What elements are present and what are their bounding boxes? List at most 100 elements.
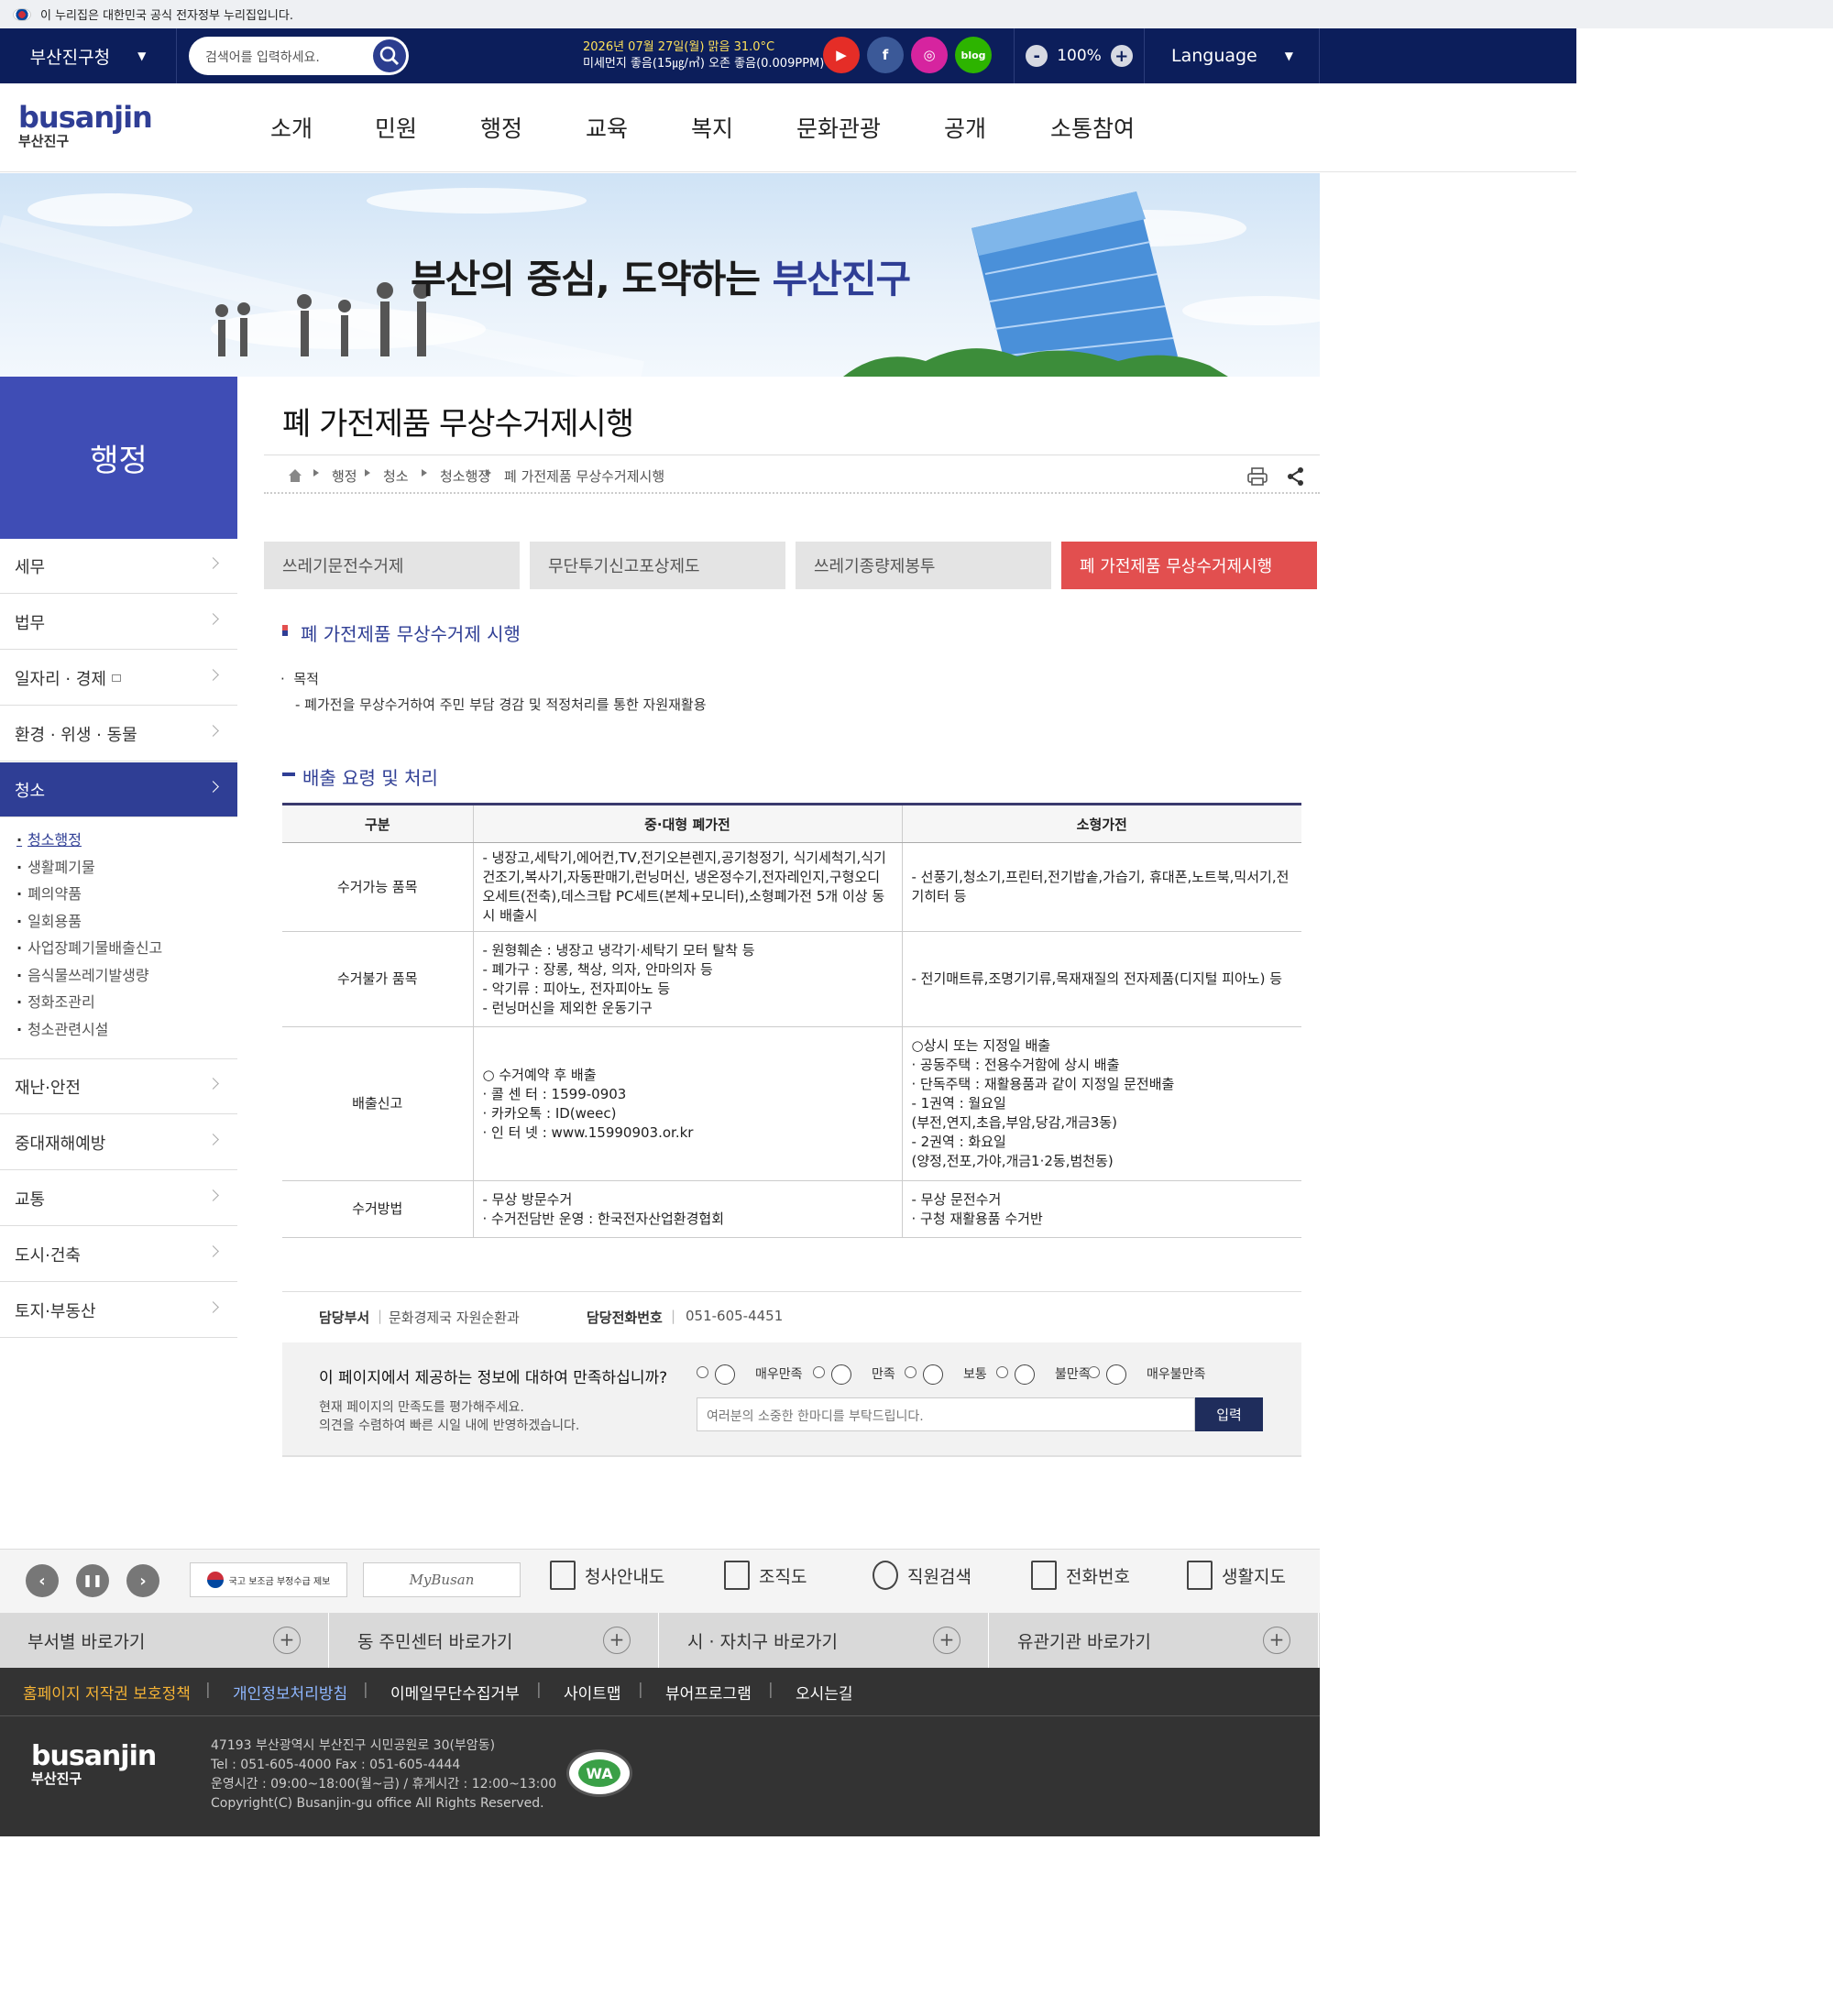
- quick-link-dropdown[interactable]: 부서별 바로가기 +: [0, 1613, 329, 1668]
- sidebar-item[interactable]: 일자리 · 경제: [0, 651, 237, 706]
- sidebar-item[interactable]: 토지·부동산: [0, 1283, 237, 1338]
- policy-link[interactable]: 개인정보처리방침: [233, 1681, 347, 1704]
- plus-icon: +: [933, 1627, 960, 1654]
- sidebar-subitem[interactable]: 일회용품: [16, 909, 82, 931]
- footer-quick-link[interactable]: 조직도: [724, 1561, 807, 1590]
- share-icon[interactable]: [1286, 466, 1306, 487]
- gnb-menu-item[interactable]: 복지: [691, 111, 733, 144]
- language-select[interactable]: Language ▼: [1146, 28, 1320, 83]
- banner-mybusan[interactable]: MyBusan: [363, 1562, 521, 1597]
- quick-link-dropdown[interactable]: 동 주민센터 바로가기 +: [330, 1613, 659, 1668]
- footer-info: busanjin 부산진구 47193 부산광역시 부산진구 시민공원로 30(…: [0, 1715, 1320, 1836]
- feedback-input[interactable]: 여러분의 소중한 한마디를 부탁드립니다.: [697, 1397, 1195, 1431]
- survey-radio[interactable]: [905, 1366, 916, 1378]
- table-cell: - 전기매트류,조명기기류,목재재질의 전자제품(디지털 피아노) 등: [902, 931, 1301, 1027]
- district-select[interactable]: 부산진구청 ▼: [0, 28, 177, 83]
- sidebar-item[interactable]: 세무: [0, 539, 237, 594]
- purpose-label-text: 목적: [293, 671, 319, 687]
- facebook-icon[interactable]: f: [867, 37, 904, 73]
- breadcrumb-item[interactable]: 청소행정: [440, 466, 490, 486]
- policy-link[interactable]: 뷰어프로그램: [665, 1681, 752, 1704]
- cell-line: - 악기류 : 피아노, 전자피아노 등: [482, 980, 671, 997]
- gnb-menu-item[interactable]: 교육: [586, 111, 628, 144]
- youtube-icon[interactable]: ▶: [823, 37, 860, 73]
- cell-line: · 인 터 넷 : www.15990903.or.kr: [482, 1123, 694, 1141]
- footer-quick-link[interactable]: 청사안내도: [550, 1561, 664, 1590]
- zoom-out-button[interactable]: -: [1026, 45, 1048, 67]
- footer-link-label: 조직도: [759, 1566, 807, 1587]
- new-window-icon: [111, 674, 121, 682]
- sidebar-item[interactable]: 환경 · 위생 · 동물: [0, 707, 237, 761]
- sidebar-item[interactable]: 도시·건축: [0, 1227, 237, 1282]
- plus-icon: +: [273, 1627, 301, 1654]
- breadcrumb-item[interactable]: 폐 가전제품 무상수거제시행: [504, 466, 664, 486]
- sidebar-item[interactable]: 교통: [0, 1171, 237, 1226]
- sidebar-subitem[interactable]: 음식물쓰레기발생량: [16, 963, 148, 985]
- survey-radio[interactable]: [996, 1366, 1008, 1378]
- search-button[interactable]: [373, 39, 406, 72]
- gnb-menu-item[interactable]: 행정: [480, 111, 522, 144]
- sidebar-subitem[interactable]: 정화조관리: [16, 990, 95, 1012]
- table-header: 중·대형 폐가전: [473, 803, 903, 843]
- survey-radio[interactable]: [813, 1366, 825, 1378]
- gnb-menu-item[interactable]: 소통참여: [1050, 111, 1135, 144]
- site-logo[interactable]: busanjin 부산진구: [18, 100, 153, 150]
- sidebar-item[interactable]: 중대재해예방: [0, 1115, 237, 1170]
- footer-quick-link[interactable]: 전화번호: [1031, 1561, 1130, 1590]
- policy-link[interactable]: 오시는길: [796, 1681, 853, 1704]
- pause-button[interactable]: ❚❚: [76, 1564, 109, 1597]
- sidebar-subitem[interactable]: 생활폐기물: [16, 855, 95, 877]
- sidebar-subitem[interactable]: 사업장폐기물배출신고: [16, 936, 162, 958]
- footer-link-icon: [873, 1561, 898, 1590]
- instagram-icon[interactable]: ◎: [911, 37, 948, 73]
- sidebar-item-label: 도시·건축: [15, 1245, 81, 1265]
- policy-link[interactable]: 사이트맵: [564, 1681, 621, 1704]
- sidebar-item-active[interactable]: 청소: [0, 762, 237, 817]
- search-box[interactable]: 검색어를 입력하세요.: [189, 37, 409, 75]
- sidebar-item[interactable]: 법무: [0, 595, 237, 650]
- table-cell: - 냉장고,세탁기,에어컨,TV,전기오븐렌지,공기청정기, 식기세척기,식기건…: [473, 842, 903, 932]
- footer-quick-link[interactable]: 직원검색: [873, 1561, 971, 1590]
- banner-subsidy-report[interactable]: 국고 보조금 부정수급 제보: [190, 1562, 347, 1597]
- footer-address: 47193 부산광역시 부산진구 시민공원로 30(부암동): [211, 1738, 496, 1753]
- search-input[interactable]: 검색어를 입력하세요.: [205, 48, 320, 66]
- feedback-submit-button[interactable]: 입력: [1195, 1397, 1263, 1431]
- sidebar-item-label: 토지·부동산: [15, 1301, 96, 1321]
- survey-radio[interactable]: [697, 1366, 708, 1378]
- disposal-table: 구분 중·대형 폐가전 소형가전 수거가능 품목 - 냉장고,세탁기,에어컨,TV…: [282, 803, 1301, 1238]
- sidebar-item[interactable]: 재난·안전: [0, 1059, 237, 1114]
- sidebar-subitem[interactable]: 청소관련시설: [16, 1017, 108, 1039]
- content-tab[interactable]: 폐 가전제품 무상수거제시행: [1061, 542, 1317, 589]
- print-icon[interactable]: [1246, 466, 1268, 487]
- breadcrumb-item[interactable]: 청소: [383, 466, 409, 486]
- footer-link-icon: [1031, 1561, 1057, 1590]
- chevron-right-icon: [207, 1134, 219, 1145]
- cell-line: - 전기매트류,조명기기류,목재재질의 전자제품(디지털 피아노) 등: [911, 970, 1283, 987]
- blog-icon[interactable]: blog: [955, 37, 992, 73]
- cell-line: - 1권역 : 월요일: [911, 1095, 1006, 1112]
- zoom-in-button[interactable]: +: [1110, 45, 1133, 67]
- home-icon[interactable]: [288, 468, 302, 483]
- next-button[interactable]: ›: [126, 1564, 159, 1597]
- footer-quick-link[interactable]: 생활지도: [1187, 1561, 1286, 1590]
- gnb-menu-item[interactable]: 문화관광: [796, 111, 881, 144]
- gov-banner: 이 누리집은 대한민국 공식 전자정부 누리집입니다.: [0, 0, 1833, 28]
- prev-button[interactable]: ‹: [26, 1564, 59, 1597]
- breadcrumb-item[interactable]: 행정: [332, 466, 357, 486]
- content-tab[interactable]: 쓰레기문전수거제: [264, 542, 520, 589]
- gnb-menu-item[interactable]: 공개: [944, 111, 986, 144]
- gnb-menu-item[interactable]: 소개: [270, 111, 313, 144]
- sidebar-subitem[interactable]: 폐의약품: [16, 882, 82, 904]
- gnb-menu-item[interactable]: 민원: [375, 111, 417, 144]
- survey-radio[interactable]: [1088, 1366, 1100, 1378]
- content-tab[interactable]: 쓰레기종량제봉투: [796, 542, 1051, 589]
- korea-flag-icon: [13, 7, 31, 21]
- sidebar-subitem[interactable]: 청소행정: [16, 827, 82, 849]
- content-tab[interactable]: 무단투기신고포상제도: [530, 542, 785, 589]
- quick-link-dropdown[interactable]: 유관기관 바로가기 +: [990, 1613, 1319, 1668]
- policy-link[interactable]: 홈페이지 저작권 보호정책: [23, 1681, 191, 1704]
- chevron-right-icon: [207, 669, 219, 681]
- quick-link-dropdown[interactable]: 시 · 자치구 바로가기 +: [660, 1613, 989, 1668]
- policy-link[interactable]: 이메일무단수집거부: [390, 1681, 520, 1704]
- cell-line: - 무상 방문수거: [482, 1190, 573, 1208]
